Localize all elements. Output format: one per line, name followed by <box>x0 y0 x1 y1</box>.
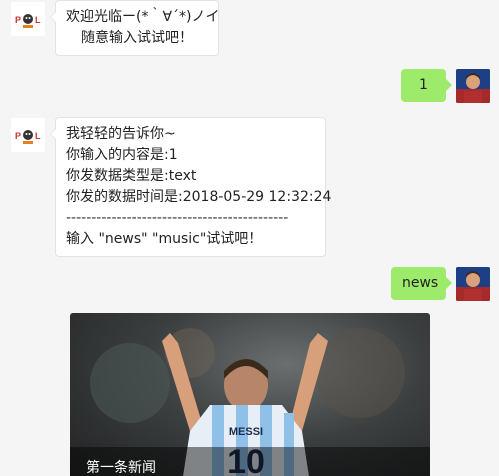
bot-message-info: 我轻轻的告诉你~ 你输入的内容是:1 你发数据类型是:text 你发的数据时间是… <box>50 117 332 257</box>
chat-window: P L 欢迎光临ー(*｀∀´*)ノイ 随意输入试试吧！ 1 P L 我轻轻的告诉… <box>0 0 499 476</box>
message-divider: ----------------------------------------… <box>66 210 289 226</box>
news-title[interactable]: 第一条新闻 <box>86 457 156 476</box>
message-line: 你发数据类型是:text <box>66 168 197 184</box>
svg-text:P: P <box>15 131 21 141</box>
user-message-news: news <box>391 267 452 300</box>
user-avatar[interactable] <box>456 267 490 301</box>
news-title-bar: 第一条新闻 <box>70 447 430 476</box>
news-card[interactable]: MESSI 10 第一条新闻 <box>70 313 430 476</box>
message-line: 欢迎光临ー(*｀∀´*)ノイ <box>66 9 220 25</box>
message-line: 我轻轻的告诉你~ <box>66 126 176 142</box>
message-text: news <box>402 275 439 291</box>
user-message-1: 1 <box>401 69 452 102</box>
message-line: 你输入的内容是:1 <box>66 147 178 163</box>
message-line: 随意输入试试吧！ <box>81 30 193 46</box>
message-line: 输入 "news" "music"试试吧！ <box>66 231 263 247</box>
svg-text:P: P <box>15 15 21 25</box>
jersey-name-text: MESSI <box>229 426 263 438</box>
svg-text:L: L <box>35 131 41 141</box>
message-text: 1 <box>419 77 428 93</box>
user-photo-icon <box>456 69 490 103</box>
bot-avatar[interactable]: P L <box>11 118 45 152</box>
bot-avatar[interactable]: P L <box>11 2 45 36</box>
bot-logo-icon: P L <box>11 2 45 36</box>
user-photo-icon <box>456 267 490 301</box>
user-avatar[interactable] <box>456 69 490 103</box>
bot-logo-icon: P L <box>11 118 45 152</box>
bot-message-welcome: 欢迎光临ー(*｀∀´*)ノイ 随意输入试试吧！ <box>50 0 220 56</box>
message-line: 你发的数据时间是:2018-05-29 12:32:24 <box>66 189 332 205</box>
svg-text:L: L <box>35 15 41 25</box>
